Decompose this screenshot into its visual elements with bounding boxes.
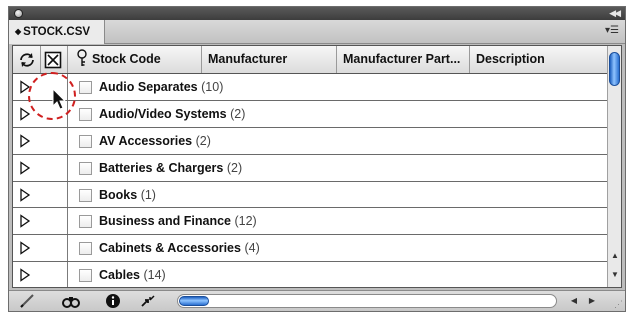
col-header-manufacturer[interactable]: Manufacturer: [202, 46, 337, 73]
table-row[interactable]: Batteries & Chargers (2): [13, 154, 609, 182]
expand-cell: [13, 154, 68, 181]
tab-label: STOCK.CSV: [23, 26, 91, 38]
category-count: (14): [143, 268, 166, 283]
category-count: (2): [226, 160, 243, 175]
category-count: (1): [140, 187, 156, 202]
table-row[interactable]: Audio/Video Systems (2): [13, 100, 609, 128]
mouse-pointer-icon: [52, 88, 67, 110]
expand-triangle-icon[interactable]: [19, 107, 31, 121]
category-name: AV Accessories: [99, 133, 193, 148]
category-count: (10): [201, 80, 224, 94]
category-name: Audio Separates: [99, 80, 198, 94]
scroll-up-arrow-icon[interactable]: ▲: [610, 251, 620, 260]
row-checkbox[interactable]: [79, 107, 92, 121]
row-label: Audio Separates (10): [99, 74, 223, 100]
row-checkbox[interactable]: [79, 215, 92, 229]
category-count: (12): [234, 214, 257, 229]
expand-triangle-icon[interactable]: [19, 268, 31, 282]
horizontal-scrollbar[interactable]: [177, 294, 557, 308]
row-label: Batteries & Chargers (2): [99, 155, 242, 181]
expand-triangle-icon[interactable]: [19, 187, 31, 202]
expand-cell: [13, 181, 68, 208]
info-icon[interactable]: [105, 293, 121, 309]
col-header-stock-code[interactable]: Stock Code: [68, 46, 202, 73]
row-label: Books (1): [99, 182, 156, 208]
row-label: Business and Finance (12): [99, 208, 257, 234]
table-row[interactable]: Audio Separates (10): [13, 74, 609, 101]
expand-triangle-icon[interactable]: [19, 214, 31, 229]
category-name: Audio/Video Systems: [99, 106, 227, 121]
table-row[interactable]: Cables (14): [13, 262, 609, 287]
close-button[interactable]: [14, 9, 23, 18]
key-icon: [77, 49, 87, 66]
category-name: Cables: [99, 268, 140, 283]
row-checkbox[interactable]: [79, 161, 92, 175]
row-checkbox[interactable]: [79, 242, 92, 256]
table-header: Stock Code Manufacturer Manufacturer Par…: [13, 46, 609, 74]
category-name: Business and Finance: [99, 214, 231, 229]
category-count: (2): [195, 133, 211, 148]
binoculars-icon[interactable]: [61, 293, 81, 309]
table-row[interactable]: Books (1): [13, 181, 609, 209]
scroll-down-arrow-icon[interactable]: ▼: [610, 270, 620, 279]
category-count: (2): [230, 106, 246, 121]
expand-cell: [13, 208, 68, 235]
expand-cell: [13, 235, 68, 262]
row-label: Audio/Video Systems (2): [99, 101, 245, 127]
category-count: (4): [244, 241, 260, 256]
row-label: Cabinets & Accessories (4): [99, 235, 260, 261]
row-checkbox[interactable]: [79, 188, 92, 202]
horizontal-scroll-thumb[interactable]: [179, 296, 209, 306]
expand-triangle-icon[interactable]: [19, 241, 31, 256]
table-body: Audio Separates (10) Audio/Video Systems …: [13, 74, 609, 287]
expand-cell: [13, 127, 68, 154]
arrows-icon[interactable]: [139, 293, 157, 309]
category-name: Books: [99, 187, 138, 202]
resize-grip-icon[interactable]: ⋰: [614, 299, 623, 310]
category-name: Cabinets & Accessories: [99, 241, 241, 256]
row-checkbox[interactable]: [79, 269, 92, 283]
category-name: Batteries & Chargers: [99, 160, 224, 175]
panel-menu-icon[interactable]: ▾☰: [605, 25, 619, 36]
table-row[interactable]: Business and Finance (12): [13, 208, 609, 236]
expand-triangle-icon[interactable]: [19, 160, 31, 175]
scroll-right-arrow-icon[interactable]: ▶: [585, 294, 599, 308]
scroll-left-arrow-icon[interactable]: ◀: [567, 294, 581, 308]
pen-icon[interactable]: [19, 293, 37, 309]
col-header-manufacturer-part[interactable]: Manufacturer Part...: [337, 46, 470, 73]
select-all-checkbox[interactable]: [41, 46, 68, 73]
col-label-stock-code: Stock Code: [92, 52, 161, 66]
vertical-scrollbar[interactable]: ▲ ▼: [607, 46, 621, 287]
row-label: Cables (14): [99, 262, 166, 287]
table-row[interactable]: Cabinets & Accessories (4): [13, 235, 609, 263]
table-row[interactable]: AV Accessories (2): [13, 127, 609, 155]
expand-cell: [13, 262, 68, 287]
row-checkbox[interactable]: [79, 134, 92, 148]
tab-stock-csv[interactable]: ◆ STOCK.CSV: [9, 20, 105, 44]
row-label: AV Accessories (2): [99, 128, 211, 154]
expand-triangle-icon[interactable]: [19, 134, 31, 148]
row-checkbox[interactable]: [79, 81, 92, 94]
double-arrow-icon: ◆: [15, 27, 22, 36]
col-header-description[interactable]: Description: [470, 46, 609, 73]
refresh-icon[interactable]: [13, 46, 41, 73]
data-grid: Stock Code Manufacturer Manufacturer Par…: [12, 45, 622, 288]
bottom-toolbar: ◀ ▶ ⋰: [9, 290, 625, 311]
tab-row: ◆ STOCK.CSV ▾☰: [9, 20, 625, 44]
collapse-arrows-icon[interactable]: ◀◀: [609, 7, 621, 20]
stock-panel: ◀◀ ◆ STOCK.CSV ▾☰ Stock Code Manufacture…: [8, 6, 626, 312]
panel-titlebar: ◀◀: [9, 7, 625, 20]
vertical-scroll-thumb[interactable]: [609, 52, 620, 86]
